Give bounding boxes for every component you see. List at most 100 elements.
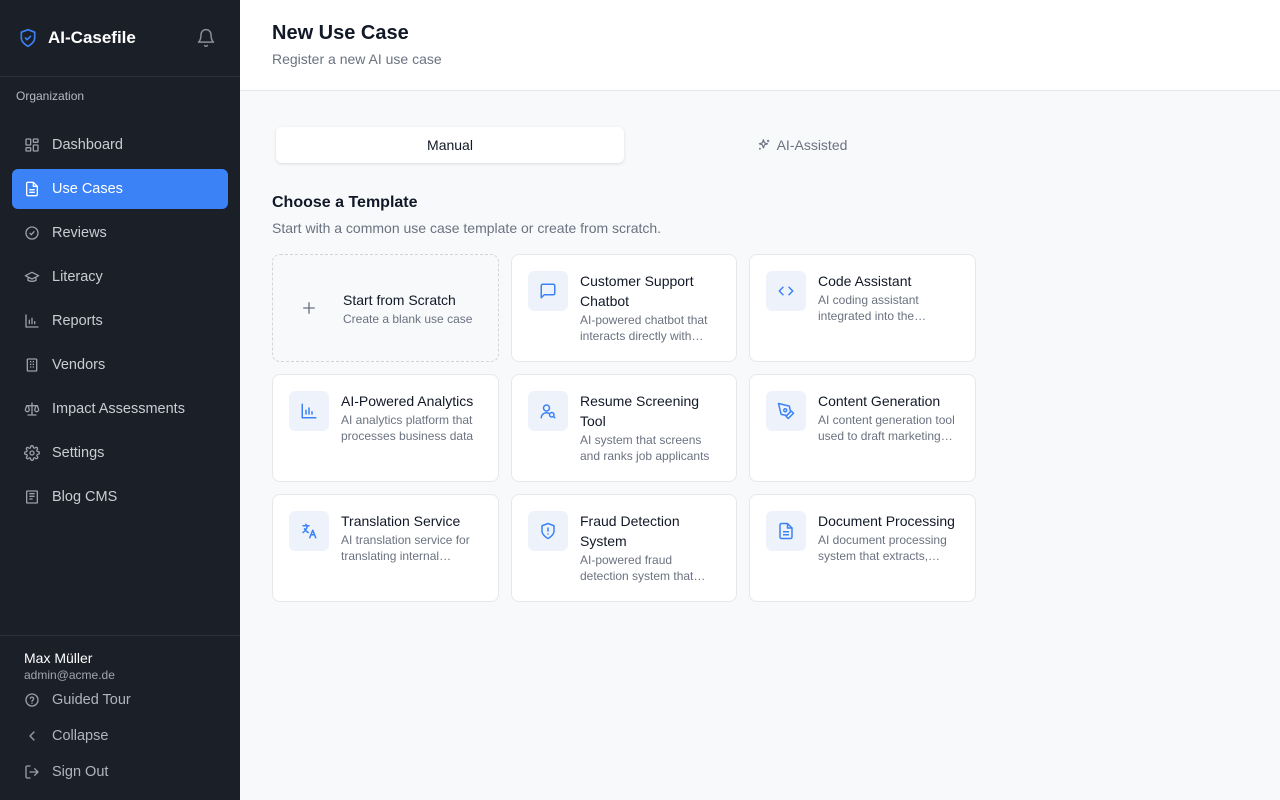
sidebar-item-dashboard[interactable]: Dashboard (12, 125, 228, 165)
building-icon (24, 357, 40, 373)
newspaper-icon (24, 489, 40, 505)
document-icon (24, 181, 40, 197)
template-card-content-generation[interactable]: Content Generation AI content generation… (749, 374, 976, 482)
section-title: Choose a Template (272, 194, 418, 211)
shield-alert-icon (528, 511, 568, 551)
template-card-code-assistant[interactable]: Code Assistant AI coding assistant integ… (749, 254, 976, 362)
sidebar-item-vendors[interactable]: Vendors (12, 345, 228, 385)
card-title: Content Generation (818, 393, 941, 409)
template-card-fraud-detection-system[interactable]: Fraud Detection System AI-powered fraud … (511, 494, 737, 602)
file-text-icon (766, 511, 806, 551)
card-description: AI translation service for translating i… (341, 533, 470, 563)
graduation-cap-icon (24, 269, 40, 285)
template-card-document-processing[interactable]: Document Processing AI document processi… (749, 494, 976, 602)
card-description: AI coding assistant integrated into the … (818, 293, 919, 323)
sign-out-icon (24, 764, 40, 780)
scale-icon (24, 401, 40, 417)
card-description: Create a blank use case (343, 311, 473, 326)
mode-tabs: Manual AI-Assisted (272, 126, 976, 164)
dashboard-icon (24, 137, 40, 153)
template-card-customer-support-chatbot[interactable]: Customer Support Chatbot AI-powered chat… (511, 254, 737, 362)
card-body: Translation Service AI translation servi… (341, 511, 482, 564)
collapse-button[interactable]: Collapse (24, 718, 216, 754)
sidebar-item-label: Dashboard (52, 137, 123, 153)
template-card-ai-powered-analytics[interactable]: AI-Powered Analytics AI analytics platfo… (272, 374, 499, 482)
code-icon (766, 271, 806, 311)
sidebar-item-label: Literacy (52, 269, 103, 285)
card-title: Translation Service (341, 513, 461, 529)
section-description: Start with a common use case template or… (272, 220, 662, 236)
sign-out-button[interactable]: Sign Out (24, 754, 216, 790)
card-body: Resume Screening Tool AI system that scr… (580, 391, 720, 464)
app-name: AI-Casefile (48, 28, 136, 47)
plus-icon (289, 288, 329, 328)
user-search-icon (528, 391, 568, 431)
sidebar-item-reports[interactable]: Reports (12, 301, 228, 341)
sidebar: AI-Casefile Organization Dashboard Use C… (0, 0, 240, 800)
sidebar-item-label: Impact Assessments (52, 401, 185, 417)
template-card-start-from-scratch[interactable]: Start from Scratch Create a blank use ca… (272, 254, 499, 362)
collapse-label: Collapse (52, 728, 109, 744)
card-description: AI-powered fraud detection system that m… (580, 553, 694, 583)
template-card-resume-screening-tool[interactable]: Resume Screening Tool AI system that scr… (511, 374, 737, 482)
template-grid: Start from Scratch Create a blank use ca… (272, 254, 976, 602)
gear-icon (24, 445, 40, 461)
card-body: Content Generation AI content generation… (818, 391, 959, 444)
card-body: AI-Powered Analytics AI analytics platfo… (341, 391, 482, 444)
sidebar-item-label: Reviews (52, 225, 107, 241)
sidebar-item-label: Vendors (52, 357, 106, 373)
sidebar-item-use-cases[interactable]: Use Cases (12, 169, 228, 209)
card-body: Customer Support Chatbot AI-powered chat… (580, 271, 720, 344)
sidebar-item-literacy[interactable]: Literacy (12, 257, 228, 297)
card-description: AI-powered chatbot that interacts direct… (580, 313, 708, 343)
user-name: Max Müller (24, 650, 93, 666)
tab-manual[interactable]: Manual (276, 127, 624, 163)
page-subtitle: Register a new AI use case (272, 51, 442, 67)
card-title: Document Processing (818, 513, 955, 529)
sparkles-icon (757, 138, 771, 152)
org-label: Organization (16, 89, 85, 103)
page-header: New Use Case Register a new AI use case (240, 0, 1280, 91)
card-title: Start from Scratch (343, 291, 456, 308)
tab-label: Manual (427, 137, 473, 153)
guided-tour-button[interactable]: Guided Tour (24, 682, 216, 718)
sign-out-label: Sign Out (52, 764, 109, 780)
tab-label: AI-Assisted (776, 137, 848, 153)
sidebar-item-label: Settings (52, 445, 105, 461)
template-card-translation-service[interactable]: Translation Service AI translation servi… (272, 494, 499, 602)
bell-icon[interactable] (196, 28, 216, 48)
help-circle-icon (24, 692, 40, 708)
sidebar-nav: Dashboard Use Cases Reviews Literacy Rep… (0, 125, 240, 517)
user-email: admin@acme.de (24, 668, 115, 682)
card-description: AI system that screens and ranks job app… (580, 433, 710, 463)
page-title: New Use Case (272, 22, 409, 44)
sidebar-footer: Max Müller admin@acme.de Guided Tour Col… (0, 635, 240, 800)
bar-chart-icon (24, 313, 40, 329)
sidebar-item-blog-cms[interactable]: Blog CMS (12, 477, 228, 517)
check-circle-icon (24, 225, 40, 241)
card-body: Fraud Detection System AI-powered fraud … (580, 511, 720, 584)
bar-chart-icon (289, 391, 329, 431)
chevron-left-icon (24, 728, 40, 744)
brand-bar: AI-Casefile (0, 0, 240, 77)
card-body: Code Assistant AI coding assistant integ… (818, 271, 959, 324)
sidebar-item-settings[interactable]: Settings (12, 433, 228, 473)
card-body: Start from Scratch Create a blank use ca… (343, 290, 482, 327)
guided-tour-label: Guided Tour (52, 692, 131, 708)
sidebar-item-impact-assessments[interactable]: Impact Assessments (12, 389, 228, 429)
languages-icon (289, 511, 329, 551)
card-description: AI content generation tool used to draft… (818, 413, 955, 443)
card-title: AI-Powered Analytics (341, 393, 474, 409)
message-icon (528, 271, 568, 311)
card-title: Customer Support Chatbot (580, 273, 694, 309)
card-description: AI document processing system that extra… (818, 533, 947, 563)
card-title: Fraud Detection System (580, 513, 680, 549)
sidebar-item-label: Use Cases (52, 181, 123, 197)
sidebar-item-reviews[interactable]: Reviews (12, 213, 228, 253)
card-description: AI analytics platform that processes bus… (341, 413, 474, 443)
card-title: Resume Screening Tool (580, 393, 700, 429)
sidebar-item-label: Blog CMS (52, 489, 118, 505)
pen-tool-icon (766, 391, 806, 431)
tab-ai-assisted[interactable]: AI-Assisted (628, 126, 976, 164)
card-title: Code Assistant (818, 273, 912, 289)
